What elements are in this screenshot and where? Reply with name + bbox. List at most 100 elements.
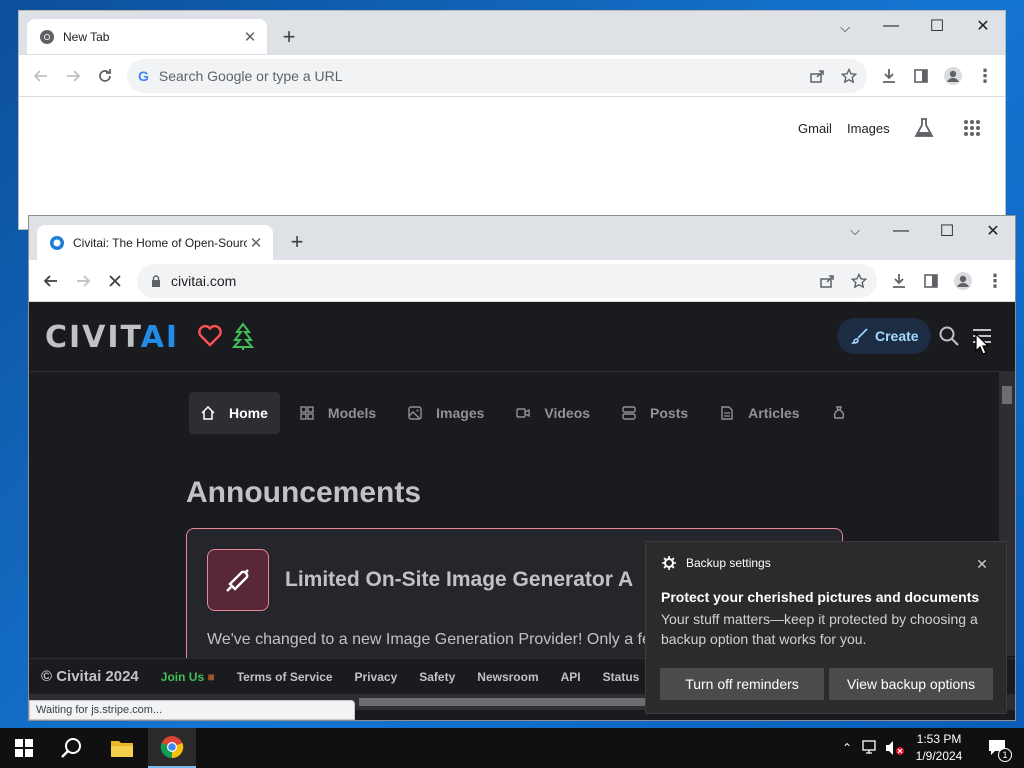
nav-models[interactable]: Models	[288, 392, 388, 434]
side-panel-icon[interactable]	[919, 269, 943, 293]
search-taskbar-button[interactable]	[48, 728, 96, 768]
nav-bounties[interactable]	[820, 392, 872, 434]
download-icon[interactable]	[887, 269, 911, 293]
posts-icon	[622, 406, 636, 420]
nav-home[interactable]: Home	[189, 392, 280, 434]
nav-images[interactable]: Images	[396, 392, 496, 434]
footer-copyright: © Civitai 2024	[41, 668, 139, 685]
kebab-menu-icon[interactable]: ⋮	[983, 269, 1007, 293]
maximize-button[interactable]: ☐	[914, 11, 960, 41]
labs-flask-icon[interactable]	[913, 117, 935, 144]
search-icon[interactable]	[939, 326, 959, 351]
browser-window-back[interactable]: New Tab ✕ + ⌵ — ☐ ✕ G Search Google or t…	[18, 10, 1006, 230]
wrench-icon	[207, 549, 269, 611]
nav-label: Home	[229, 405, 268, 421]
apps-grid-icon[interactable]	[963, 119, 981, 142]
minimize-button[interactable]: —	[878, 216, 924, 246]
maximize-button[interactable]: ☐	[924, 216, 970, 246]
status-bubble: Waiting for js.stripe.com...	[29, 700, 355, 720]
network-icon[interactable]	[860, 728, 882, 768]
view-backup-options-button[interactable]: View backup options	[829, 668, 993, 700]
profile-avatar-icon[interactable]	[941, 64, 965, 88]
gmail-link[interactable]: Gmail	[798, 121, 832, 136]
images-link[interactable]: Images	[847, 121, 890, 136]
profile-avatar-icon[interactable]	[951, 269, 975, 293]
folder-icon	[111, 741, 133, 757]
nav-label: Models	[327, 405, 377, 421]
browser-toolbar: G Search Google or type a URL ⋮	[19, 55, 1005, 97]
footer-privacy[interactable]: Privacy	[355, 670, 398, 684]
minimize-button[interactable]: —	[868, 11, 914, 41]
nav-articles[interactable]: Articles	[708, 392, 811, 434]
toast-app-name: Backup settings	[686, 556, 771, 570]
new-tab-button[interactable]: +	[285, 229, 309, 254]
back-arrow-icon[interactable]	[37, 267, 65, 295]
tab-new-tab[interactable]: New Tab ✕	[27, 19, 267, 54]
close-window-button[interactable]: ✕	[960, 11, 1005, 41]
bookmark-star-icon[interactable]	[837, 64, 861, 88]
layout-grid-icon	[300, 406, 314, 420]
close-tab-icon[interactable]: ✕	[247, 234, 265, 252]
tab-strip: New Tab ✕ + ⌵ — ☐ ✕	[19, 11, 1005, 55]
footer-safety[interactable]: Safety	[419, 670, 455, 684]
system-clock[interactable]: 1:53 PM 1/9/2024	[908, 731, 970, 765]
footer-newsroom[interactable]: Newsroom	[477, 670, 538, 684]
chevron-down-icon[interactable]: ⌵	[832, 216, 878, 246]
site-header: CIVITAI Create	[29, 302, 1015, 372]
download-icon[interactable]	[877, 64, 901, 88]
reload-icon[interactable]	[91, 62, 119, 90]
close-icon[interactable]: ✕	[972, 554, 992, 574]
create-label: Create	[875, 328, 919, 344]
toast-title: Protect your cherished pictures and docu…	[661, 589, 980, 605]
nav-posts[interactable]: Posts	[610, 392, 700, 434]
forward-arrow-icon[interactable]	[59, 62, 87, 90]
omnibox[interactable]: G Search Google or type a URL	[127, 59, 867, 93]
back-arrow-icon[interactable]	[27, 62, 55, 90]
footer-status[interactable]: Status	[603, 670, 640, 684]
backup-notification-toast[interactable]: Backup settings ✕ Protect your cherished…	[645, 541, 1007, 714]
announcement-body: We've changed to a new Image Generation …	[207, 631, 651, 648]
footer-join-us[interactable]: Join Us ■	[161, 670, 215, 684]
civitai-logo[interactable]: CIVITAI	[45, 320, 179, 355]
start-button[interactable]	[0, 728, 48, 768]
share-icon[interactable]	[815, 269, 839, 293]
kebab-menu-icon[interactable]: ⋮	[973, 64, 997, 88]
chrome-icon	[40, 29, 54, 44]
nav-videos[interactable]: Videos	[504, 392, 602, 434]
scrollbar-thumb[interactable]	[1002, 386, 1012, 404]
footer-terms[interactable]: Terms of Service	[237, 670, 333, 684]
photo-icon	[408, 406, 422, 420]
logo-text-right: AI	[140, 320, 180, 355]
footer-api[interactable]: API	[561, 670, 581, 684]
nav-label: Articles	[748, 405, 800, 421]
taskbar: ⌃ 1:53 PM 1/9/2024 1	[0, 728, 1024, 768]
tree-icon[interactable]	[231, 322, 255, 355]
volume-muted-icon[interactable]	[884, 728, 906, 768]
omnibox[interactable]: civitai.com	[137, 264, 877, 298]
nav-label: Videos	[544, 405, 591, 421]
close-window-button[interactable]: ✕	[970, 216, 1015, 246]
home-icon	[201, 406, 215, 420]
heart-icon[interactable]	[197, 324, 223, 353]
create-button[interactable]: Create	[837, 318, 931, 354]
chevron-up-icon[interactable]: ⌃	[838, 728, 856, 768]
tab-title: Civitai: The Home of Open-Source	[73, 235, 247, 250]
chrome-taskbar-button[interactable]	[148, 728, 196, 768]
share-icon[interactable]	[805, 64, 829, 88]
moneybag-icon	[833, 406, 844, 419]
new-tab-button[interactable]: +	[277, 24, 301, 49]
stop-loading-icon[interactable]	[101, 267, 129, 295]
side-panel-icon[interactable]	[909, 64, 933, 88]
nav-label: Posts	[650, 405, 689, 421]
bookmark-star-icon[interactable]	[847, 269, 871, 293]
turn-off-reminders-button[interactable]: Turn off reminders	[660, 668, 824, 700]
file-explorer-button[interactable]	[98, 728, 146, 768]
tab-strip: Civitai: The Home of Open-Source ✕ + ⌵ —…	[29, 216, 1015, 260]
tab-civitai[interactable]: Civitai: The Home of Open-Source ✕	[37, 225, 273, 260]
close-tab-icon[interactable]: ✕	[241, 28, 259, 46]
forward-arrow-icon[interactable]	[69, 267, 97, 295]
action-center-button[interactable]: 1	[978, 728, 1018, 768]
browser-toolbar: civitai.com ⋮	[29, 260, 1015, 302]
chevron-down-icon[interactable]: ⌵	[822, 13, 868, 43]
logo-text-left: CIVIT	[45, 320, 141, 355]
